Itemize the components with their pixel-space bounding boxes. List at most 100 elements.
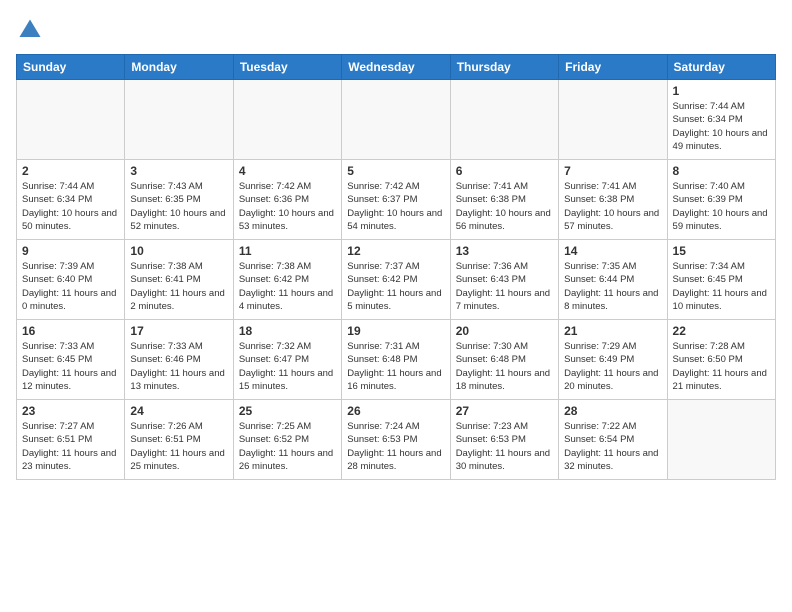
day-info: Sunrise: 7:44 AM Sunset: 6:34 PM Dayligh… xyxy=(22,180,119,233)
day-info: Sunrise: 7:34 AM Sunset: 6:45 PM Dayligh… xyxy=(673,260,770,313)
day-info: Sunrise: 7:41 AM Sunset: 6:38 PM Dayligh… xyxy=(456,180,553,233)
calendar-week-3: 16 Sunrise: 7:33 AM Sunset: 6:45 PM Dayli… xyxy=(17,320,776,400)
calendar-week-2: 9 Sunrise: 7:39 AM Sunset: 6:40 PM Daylig… xyxy=(17,240,776,320)
calendar-cell: 13 Sunrise: 7:36 AM Sunset: 6:43 PM Dayli… xyxy=(450,240,558,320)
day-number: 15 xyxy=(673,244,770,258)
calendar-cell: 5 Sunrise: 7:42 AM Sunset: 6:37 PM Daylig… xyxy=(342,160,450,240)
day-number: 27 xyxy=(456,404,553,418)
day-number: 21 xyxy=(564,324,661,338)
logo-icon xyxy=(16,16,44,44)
day-number: 13 xyxy=(456,244,553,258)
calendar-cell xyxy=(450,80,558,160)
day-number: 22 xyxy=(673,324,770,338)
calendar-cell: 14 Sunrise: 7:35 AM Sunset: 6:44 PM Dayli… xyxy=(559,240,667,320)
weekday-header-saturday: Saturday xyxy=(667,55,775,80)
day-number: 18 xyxy=(239,324,336,338)
calendar-cell: 27 Sunrise: 7:23 AM Sunset: 6:53 PM Dayli… xyxy=(450,400,558,480)
day-number: 20 xyxy=(456,324,553,338)
day-info: Sunrise: 7:23 AM Sunset: 6:53 PM Dayligh… xyxy=(456,420,553,473)
calendar-week-4: 23 Sunrise: 7:27 AM Sunset: 6:51 PM Dayli… xyxy=(17,400,776,480)
calendar-cell: 10 Sunrise: 7:38 AM Sunset: 6:41 PM Dayli… xyxy=(125,240,233,320)
calendar-cell xyxy=(559,80,667,160)
day-number: 1 xyxy=(673,84,770,98)
weekday-header-tuesday: Tuesday xyxy=(233,55,341,80)
weekday-header-friday: Friday xyxy=(559,55,667,80)
day-info: Sunrise: 7:41 AM Sunset: 6:38 PM Dayligh… xyxy=(564,180,661,233)
day-number: 24 xyxy=(130,404,227,418)
day-number: 4 xyxy=(239,164,336,178)
calendar-cell: 23 Sunrise: 7:27 AM Sunset: 6:51 PM Dayli… xyxy=(17,400,125,480)
day-info: Sunrise: 7:30 AM Sunset: 6:48 PM Dayligh… xyxy=(456,340,553,393)
calendar-cell: 15 Sunrise: 7:34 AM Sunset: 6:45 PM Dayli… xyxy=(667,240,775,320)
day-number: 11 xyxy=(239,244,336,258)
calendar-cell xyxy=(233,80,341,160)
day-number: 3 xyxy=(130,164,227,178)
calendar-header-row: SundayMondayTuesdayWednesdayThursdayFrid… xyxy=(17,55,776,80)
day-info: Sunrise: 7:38 AM Sunset: 6:41 PM Dayligh… xyxy=(130,260,227,313)
day-info: Sunrise: 7:36 AM Sunset: 6:43 PM Dayligh… xyxy=(456,260,553,313)
day-info: Sunrise: 7:38 AM Sunset: 6:42 PM Dayligh… xyxy=(239,260,336,313)
calendar-cell xyxy=(667,400,775,480)
weekday-header-thursday: Thursday xyxy=(450,55,558,80)
calendar-table: SundayMondayTuesdayWednesdayThursdayFrid… xyxy=(16,54,776,480)
day-number: 16 xyxy=(22,324,119,338)
day-number: 25 xyxy=(239,404,336,418)
day-info: Sunrise: 7:33 AM Sunset: 6:45 PM Dayligh… xyxy=(22,340,119,393)
calendar-cell: 4Sunrise: 7:42 AM Sunset: 6:36 PM Daylig… xyxy=(233,160,341,240)
calendar-cell: 7Sunrise: 7:41 AM Sunset: 6:38 PM Daylig… xyxy=(559,160,667,240)
calendar-cell: 19Sunrise: 7:31 AM Sunset: 6:48 PM Dayli… xyxy=(342,320,450,400)
day-number: 28 xyxy=(564,404,661,418)
calendar-cell: 11 Sunrise: 7:38 AM Sunset: 6:42 PM Dayli… xyxy=(233,240,341,320)
day-info: Sunrise: 7:42 AM Sunset: 6:37 PM Dayligh… xyxy=(347,180,444,233)
calendar-cell: 6 Sunrise: 7:41 AM Sunset: 6:38 PM Daylig… xyxy=(450,160,558,240)
calendar-cell: 18Sunrise: 7:32 AM Sunset: 6:47 PM Dayli… xyxy=(233,320,341,400)
calendar-cell xyxy=(342,80,450,160)
weekday-header-monday: Monday xyxy=(125,55,233,80)
day-info: Sunrise: 7:28 AM Sunset: 6:50 PM Dayligh… xyxy=(673,340,770,393)
day-info: Sunrise: 7:33 AM Sunset: 6:46 PM Dayligh… xyxy=(130,340,227,393)
day-info: Sunrise: 7:26 AM Sunset: 6:51 PM Dayligh… xyxy=(130,420,227,473)
calendar-cell: 8 Sunrise: 7:40 AM Sunset: 6:39 PM Daylig… xyxy=(667,160,775,240)
logo xyxy=(16,16,48,44)
calendar-cell: 21Sunrise: 7:29 AM Sunset: 6:49 PM Dayli… xyxy=(559,320,667,400)
day-number: 6 xyxy=(456,164,553,178)
calendar-cell: 16 Sunrise: 7:33 AM Sunset: 6:45 PM Dayli… xyxy=(17,320,125,400)
calendar-cell: 2 Sunrise: 7:44 AM Sunset: 6:34 PM Daylig… xyxy=(17,160,125,240)
day-info: Sunrise: 7:37 AM Sunset: 6:42 PM Dayligh… xyxy=(347,260,444,313)
calendar-cell: 28 Sunrise: 7:22 AM Sunset: 6:54 PM Dayli… xyxy=(559,400,667,480)
calendar-cell: 22 Sunrise: 7:28 AM Sunset: 6:50 PM Dayli… xyxy=(667,320,775,400)
calendar-cell: 1 Sunrise: 7:44 AM Sunset: 6:34 PM Daylig… xyxy=(667,80,775,160)
calendar-cell: 17 Sunrise: 7:33 AM Sunset: 6:46 PM Dayli… xyxy=(125,320,233,400)
day-info: Sunrise: 7:27 AM Sunset: 6:51 PM Dayligh… xyxy=(22,420,119,473)
day-info: Sunrise: 7:40 AM Sunset: 6:39 PM Dayligh… xyxy=(673,180,770,233)
day-number: 2 xyxy=(22,164,119,178)
calendar-cell xyxy=(125,80,233,160)
calendar-cell: 9 Sunrise: 7:39 AM Sunset: 6:40 PM Daylig… xyxy=(17,240,125,320)
day-info: Sunrise: 7:44 AM Sunset: 6:34 PM Dayligh… xyxy=(673,100,770,153)
day-number: 17 xyxy=(130,324,227,338)
day-number: 9 xyxy=(22,244,119,258)
calendar-cell: 24 Sunrise: 7:26 AM Sunset: 6:51 PM Dayli… xyxy=(125,400,233,480)
day-number: 19 xyxy=(347,324,444,338)
day-number: 12 xyxy=(347,244,444,258)
day-number: 10 xyxy=(130,244,227,258)
day-info: Sunrise: 7:35 AM Sunset: 6:44 PM Dayligh… xyxy=(564,260,661,313)
day-number: 14 xyxy=(564,244,661,258)
calendar-cell: 26 Sunrise: 7:24 AM Sunset: 6:53 PM Dayli… xyxy=(342,400,450,480)
day-info: Sunrise: 7:39 AM Sunset: 6:40 PM Dayligh… xyxy=(22,260,119,313)
weekday-header-wednesday: Wednesday xyxy=(342,55,450,80)
day-number: 5 xyxy=(347,164,444,178)
calendar-cell: 25 Sunrise: 7:25 AM Sunset: 6:52 PM Dayli… xyxy=(233,400,341,480)
day-number: 23 xyxy=(22,404,119,418)
page-header xyxy=(16,16,776,44)
day-info: Sunrise: 7:22 AM Sunset: 6:54 PM Dayligh… xyxy=(564,420,661,473)
weekday-header-sunday: Sunday xyxy=(17,55,125,80)
calendar-cell: 20 Sunrise: 7:30 AM Sunset: 6:48 PM Dayli… xyxy=(450,320,558,400)
calendar-cell: 12 Sunrise: 7:37 AM Sunset: 6:42 PM Dayli… xyxy=(342,240,450,320)
day-info: Sunrise: 7:25 AM Sunset: 6:52 PM Dayligh… xyxy=(239,420,336,473)
calendar-week-1: 2 Sunrise: 7:44 AM Sunset: 6:34 PM Daylig… xyxy=(17,160,776,240)
day-number: 26 xyxy=(347,404,444,418)
day-info: Sunrise: 7:24 AM Sunset: 6:53 PM Dayligh… xyxy=(347,420,444,473)
day-info: Sunrise: 7:43 AM Sunset: 6:35 PM Dayligh… xyxy=(130,180,227,233)
day-number: 8 xyxy=(673,164,770,178)
